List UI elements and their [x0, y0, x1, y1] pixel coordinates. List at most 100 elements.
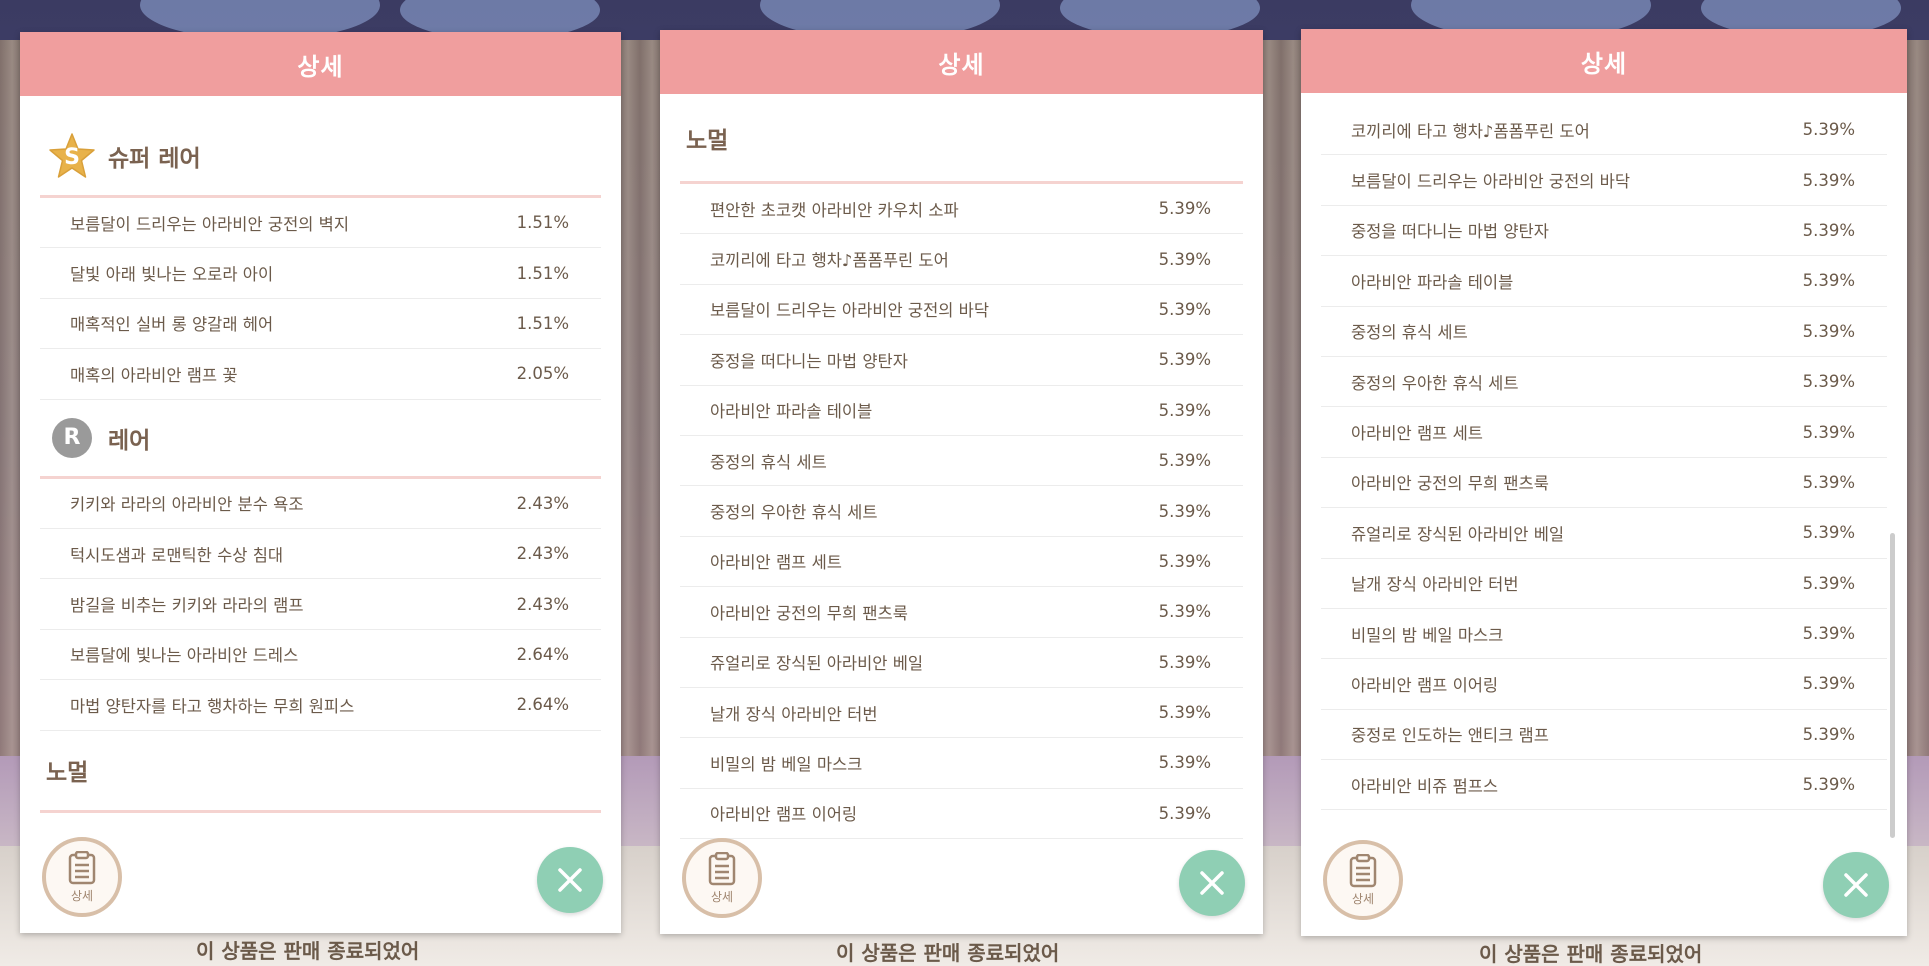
item-name: 중정의 휴식 세트 — [1351, 323, 1468, 343]
list-item[interactable]: 중정의 우아한 휴식 세트 5.39% — [680, 486, 1243, 537]
item-name: 마법 양탄자를 타고 행차하는 무희 원피스 — [70, 696, 355, 716]
detail-button[interactable]: 상세 — [42, 837, 122, 917]
detail-modal: 상세 S 슈퍼 레어 보름달이 드리우는 아라비안 궁전의 벽지 1.51% 달빛… — [20, 32, 621, 933]
item-rate: 5.39% — [1802, 724, 1855, 744]
item-name: 날개 장식 아라비안 터번 — [710, 704, 878, 724]
sale-ended-notice: 이 상품은 판매 종료되었어 — [196, 939, 420, 963]
item-rate: 5.39% — [1802, 523, 1855, 543]
close-icon — [1844, 873, 1868, 897]
list-item[interactable]: 아라비안 비쥬 펌프스 5.39% — [1321, 760, 1887, 811]
list-item[interactable]: 쥬얼리로 장식된 아라비안 베일 5.39% — [680, 638, 1243, 688]
list-item[interactable]: 아라비안 램프 이어링 5.39% — [680, 789, 1243, 840]
list-item[interactable]: 아라비안 파라솔 테이블 5.39% — [1321, 256, 1887, 307]
list-item[interactable]: 중정을 떠다니는 마법 양탄자 5.39% — [680, 335, 1243, 386]
modal-content: S 슈퍼 레어 보름달이 드리우는 아라비안 궁전의 벽지 1.51% 달빛 아래… — [40, 96, 601, 813]
super-rare-star-icon: S — [48, 132, 96, 180]
item-name: 아라비안 궁전의 무희 팬츠룩 — [710, 603, 908, 623]
list-item[interactable]: 코끼리에 타고 행차♪폼폼푸린 도어 5.39% — [1321, 105, 1887, 156]
list-item[interactable]: 중정의 휴식 세트 5.39% — [680, 436, 1243, 487]
item-name: 아라비안 램프 이어링 — [1351, 675, 1499, 695]
item-rate: 5.39% — [1158, 703, 1211, 723]
list-item[interactable]: 보름달이 드리우는 아라비안 궁전의 바닥 5.39% — [680, 285, 1243, 336]
scrollbar[interactable] — [1890, 533, 1895, 838]
list-item[interactable]: 날개 장식 아라비안 터번 5.39% — [1321, 559, 1887, 609]
detail-button[interactable]: 상세 — [682, 838, 762, 918]
list-item[interactable]: 중정로 인도하는 앤티크 램프 5.39% — [1321, 710, 1887, 761]
super-rare-star-letter: S — [64, 144, 80, 170]
item-name: 아라비안 램프 이어링 — [710, 805, 858, 825]
list-item[interactable]: 편안한 초코캣 아라비안 카우치 소파 5.39% — [680, 184, 1243, 235]
list-item[interactable]: 아라비안 궁전의 무희 팬츠룩 5.39% — [1321, 458, 1887, 509]
item-name: 코끼리에 타고 행차♪폼폼푸린 도어 — [710, 251, 949, 271]
detail-modal: 상세 노멀 편안한 초코캣 아라비안 카우치 소파 5.39% 코끼리에 타고 행… — [660, 30, 1263, 934]
list-item[interactable]: 아라비안 램프 세트 5.39% — [680, 537, 1243, 588]
item-name: 중정을 떠다니는 마법 양탄자 — [1351, 222, 1549, 242]
list-item[interactable]: 매혹의 아라비안 램프 꽃 2.05% — [40, 349, 601, 400]
item-name: 보름달에 빛나는 아라비안 드레스 — [70, 646, 299, 666]
item-rate: 5.39% — [1158, 551, 1211, 571]
item-name: 중정의 우아한 휴식 세트 — [710, 503, 878, 523]
section-title: 노멀 — [686, 127, 729, 154]
clipboard-icon — [1349, 853, 1377, 887]
list-item[interactable]: 비밀의 밤 베일 마스크 5.39% — [1321, 609, 1887, 660]
item-name: 아라비안 파라솔 테이블 — [1351, 272, 1514, 292]
modal-header: 상세 — [20, 32, 621, 96]
list-item[interactable]: 코끼리에 타고 행차♪폼폼푸린 도어 5.39% — [680, 234, 1243, 285]
list-item[interactable]: 날개 장식 아라비안 터번 5.39% — [680, 688, 1243, 739]
section-normal: 노멀 — [40, 731, 601, 813]
item-name: 아라비안 램프 세트 — [710, 553, 842, 573]
item-name: 키키와 라라의 아라비안 분수 욕조 — [70, 495, 304, 515]
item-rate: 2.43% — [516, 544, 569, 564]
clipboard-icon — [708, 851, 736, 885]
item-name: 중정의 우아한 휴식 세트 — [1351, 373, 1519, 393]
list-item[interactable]: 쥬얼리로 장식된 아라비안 베일 5.39% — [1321, 508, 1887, 559]
item-name: 쥬얼리로 장식된 아라비안 베일 — [710, 654, 924, 674]
close-button[interactable] — [1179, 850, 1245, 916]
rare-badge-icon: R — [52, 417, 92, 458]
modal-scroll-area[interactable]: 코끼리에 타고 행차♪폼폼푸린 도어 5.39% 보름달이 드리우는 아라비안 궁… — [1301, 93, 1907, 853]
modal-scroll-area[interactable]: 노멀 편안한 초코캣 아라비안 카우치 소파 5.39% 코끼리에 타고 행차♪폼… — [660, 94, 1263, 844]
list-item[interactable]: 비밀의 밤 베일 마스크 5.39% — [680, 738, 1243, 789]
item-rate: 1.51% — [516, 213, 569, 233]
detail-button-label: 상세 — [70, 888, 94, 903]
item-rate: 2.64% — [516, 644, 569, 664]
list-item[interactable]: 중정의 휴식 세트 5.39% — [1321, 307, 1887, 357]
detail-modal: 상세 코끼리에 타고 행차♪폼폼푸린 도어 5.39% 보름달이 드리우는 아라비… — [1301, 29, 1907, 936]
list-item[interactable]: 밤길을 비추는 키키와 라라의 램프 2.43% — [40, 579, 601, 630]
list-item[interactable]: 아라비안 궁전의 무희 팬츠룩 5.39% — [680, 587, 1243, 638]
detail-button[interactable]: 상세 — [1323, 840, 1403, 920]
item-rate: 5.39% — [1802, 775, 1855, 795]
list-item[interactable]: 보름달에 빛나는 아라비안 드레스 2.64% — [40, 630, 601, 681]
sale-ended-notice: 이 상품은 판매 종료되었어 — [1479, 942, 1703, 966]
list-item[interactable]: 중정을 떠다니는 마법 양탄자 5.39% — [1321, 206, 1887, 257]
screen-1: 상세 S 슈퍼 레어 보름달이 드리우는 아라비안 궁전의 벽지 1.51% 달빛… — [0, 0, 640, 966]
list-item[interactable]: 중정의 우아한 휴식 세트 5.39% — [1321, 357, 1887, 408]
list-item[interactable]: 달빛 아래 빛나는 오로라 아이 1.51% — [40, 248, 601, 299]
item-name: 턱시도샘과 로맨틱한 수상 침대 — [70, 545, 284, 565]
list-item[interactable]: 아라비안 파라솔 테이블 5.39% — [680, 386, 1243, 436]
close-button[interactable] — [537, 847, 603, 913]
item-rate: 5.39% — [1802, 220, 1855, 240]
item-rate: 5.39% — [1802, 120, 1855, 140]
item-name: 쥬얼리로 장식된 아라비안 베일 — [1351, 524, 1565, 544]
list-item[interactable]: 키키와 라라의 아라비안 분수 욕조 2.43% — [40, 479, 601, 529]
item-rate: 5.39% — [1802, 170, 1855, 190]
item-rate: 1.51% — [516, 313, 569, 333]
list-item[interactable]: 매혹적인 실버 롱 양갈래 헤어 1.51% — [40, 299, 601, 350]
item-rate: 5.39% — [1158, 350, 1211, 370]
item-name: 보름달이 드리우는 아라비안 궁전의 바닥 — [1351, 172, 1631, 192]
close-button[interactable] — [1823, 852, 1889, 918]
list-item[interactable]: 보름달이 드리우는 아라비안 궁전의 바닥 5.39% — [1321, 155, 1887, 206]
item-rate: 5.39% — [1802, 271, 1855, 291]
list-item[interactable]: 턱시도샘과 로맨틱한 수상 침대 2.43% — [40, 529, 601, 580]
item-name: 아라비안 궁전의 무희 팬츠룩 — [1351, 474, 1549, 494]
modal-scroll-area[interactable]: S 슈퍼 레어 보름달이 드리우는 아라비안 궁전의 벽지 1.51% 달빛 아래… — [20, 96, 621, 841]
item-rate: 5.39% — [1802, 472, 1855, 492]
list-item[interactable]: 보름달이 드리우는 아라비안 궁전의 벽지 1.51% — [40, 198, 601, 249]
list-item[interactable]: 아라비안 램프 세트 5.39% — [1321, 407, 1887, 458]
list-item[interactable]: 마법 양탄자를 타고 행차하는 무희 원피스 2.64% — [40, 680, 601, 731]
list-item[interactable]: 아라비안 램프 이어링 5.39% — [1321, 659, 1887, 710]
item-rate: 5.39% — [1158, 501, 1211, 521]
item-rate: 5.39% — [1158, 249, 1211, 269]
item-name: 밤길을 비추는 키키와 라라의 램프 — [70, 596, 304, 616]
